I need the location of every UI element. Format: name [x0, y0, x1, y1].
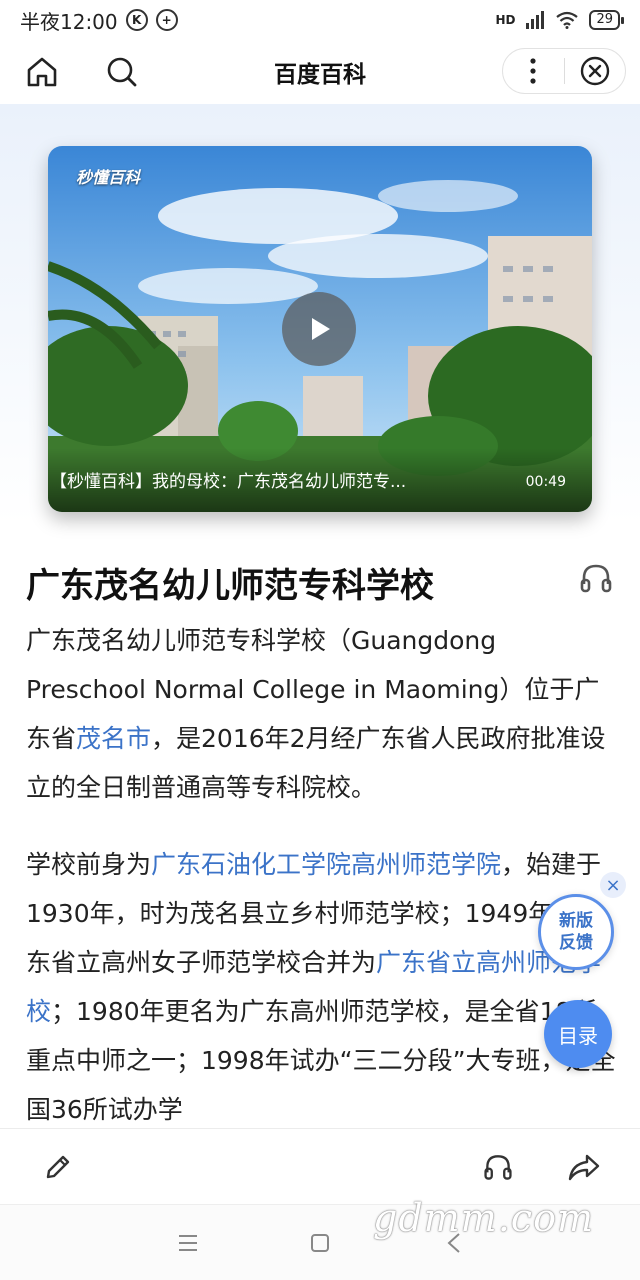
- video-logo: 秒懂百科: [76, 168, 141, 187]
- k-circle-icon: K: [125, 9, 148, 31]
- edit-button[interactable]: [38, 1147, 78, 1187]
- paragraph-text: ；1980年更名为广东高州师范学校，是全省18所重点中师之一；1998年试办“三…: [26, 997, 616, 1124]
- listen-button[interactable]: [578, 560, 614, 596]
- article-content[interactable]: 秒懂百科 【秒懂百科】我的母校：广东茂名幼儿师范专... 00:49 广东茂名幼…: [0, 104, 640, 1128]
- search-icon: [107, 57, 137, 87]
- play-button[interactable]: [282, 292, 356, 366]
- audio-button[interactable]: [478, 1147, 518, 1187]
- network-label: HD: [495, 13, 516, 27]
- more-button[interactable]: [503, 49, 564, 93]
- video-caption: 【秒懂百科】我的母校：广东茂名幼儿师范专...: [50, 472, 407, 492]
- close-circle-icon: [580, 56, 609, 86]
- status-bar: 半夜12:00 K + HD 29: [0, 0, 640, 40]
- watermark: gdmm.com: [373, 1196, 594, 1240]
- video-duration: 00:49: [525, 474, 566, 490]
- toc-button[interactable]: 目录: [544, 1000, 612, 1068]
- search-button[interactable]: [100, 50, 144, 94]
- wifi-icon: [556, 11, 579, 29]
- headphones-icon: [580, 564, 612, 593]
- plus-circle-icon: +: [155, 9, 178, 31]
- play-icon: [312, 318, 330, 340]
- status-time: 半夜12:00: [20, 9, 118, 34]
- video-player[interactable]: 秒懂百科 【秒懂百科】我的母校：广东茂名幼儿师范专... 00:49: [48, 146, 592, 512]
- more-vertical-icon: [530, 58, 536, 84]
- share-icon: [568, 1154, 600, 1181]
- battery-indicator: 29: [589, 10, 624, 30]
- link-gaozhou-normal-college[interactable]: 广东石油化工学院高州师范学院: [151, 850, 501, 879]
- article-title: 广东茂名幼儿师范专科学校: [26, 566, 434, 606]
- feedback-label-2: 反馈: [559, 933, 593, 953]
- bottom-toolbar: [0, 1128, 640, 1204]
- paragraph-text: 学校前身为: [26, 850, 152, 879]
- home-button[interactable]: [20, 50, 64, 94]
- edit-pencil-icon: [46, 1155, 70, 1179]
- feedback-button[interactable]: 新版 反馈: [538, 894, 614, 970]
- signal-icon: [526, 11, 545, 29]
- mini-program-capsule: [502, 48, 626, 94]
- headphones-icon: [484, 1155, 512, 1180]
- menu-button[interactable]: [172, 1227, 204, 1259]
- share-button[interactable]: [564, 1147, 604, 1187]
- feedback-close-button[interactable]: ×: [600, 872, 626, 898]
- home-system-button[interactable]: [304, 1227, 336, 1259]
- link-maoming[interactable]: 茂名市: [76, 724, 151, 753]
- nav-bar: 百度百科: [0, 40, 640, 104]
- home-icon: [27, 57, 57, 87]
- intro-paragraph: 广东茂名幼儿师范专科学校（Guangdong Preschool Normal …: [26, 616, 616, 812]
- feedback-label-1: 新版: [559, 911, 593, 931]
- close-button[interactable]: [565, 49, 626, 93]
- square-icon: [311, 1234, 329, 1252]
- menu-icon: [179, 1235, 197, 1251]
- history-paragraph: 学校前身为广东石油化工学院高州师范学院，始建于1930年，时为茂名县立乡村师范学…: [26, 840, 616, 1128]
